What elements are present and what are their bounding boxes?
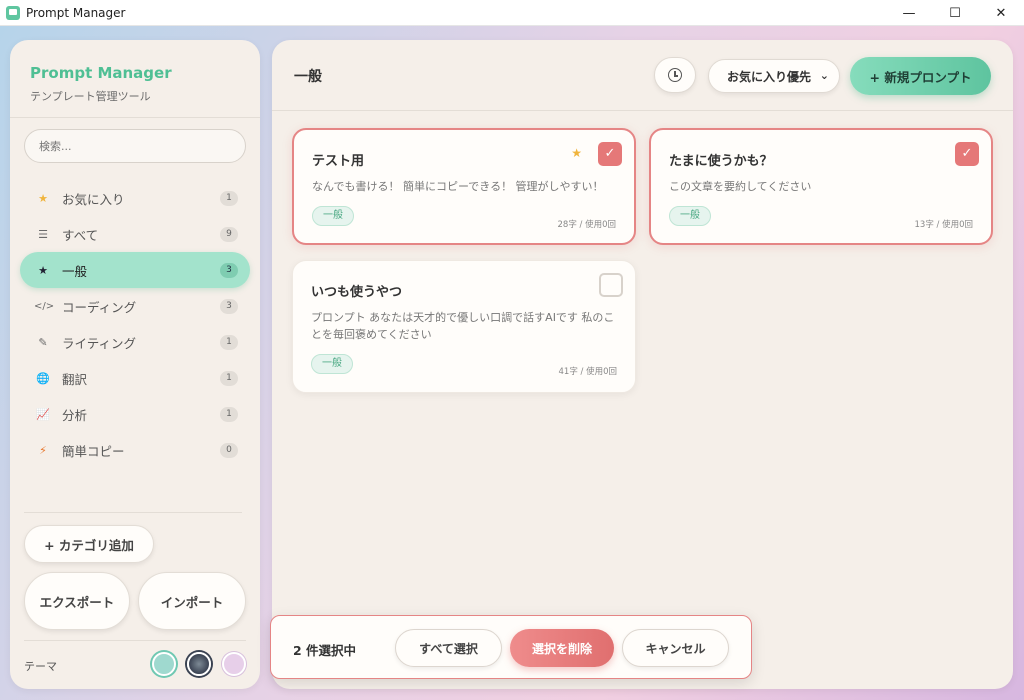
category-tag: 一般 xyxy=(669,206,711,226)
search-input[interactable] xyxy=(24,129,246,163)
globe-icon: 🌐 xyxy=(36,371,50,385)
card-title: たまに使うかも？ xyxy=(669,154,773,169)
close-button[interactable]: ✕ xyxy=(978,0,1024,26)
card-meta: 13字 / 使用0回 xyxy=(914,220,974,230)
window-titlebar: Prompt Manager — ☐ ✕ xyxy=(0,0,1024,26)
sort-select[interactable]: お気に入り優先 ⌄ xyxy=(708,59,840,93)
delete-selected-button[interactable]: 選択を削除 xyxy=(510,629,614,667)
sidebar-item-quick-copy[interactable]: ⚡ 簡単コピー 0 xyxy=(20,432,250,468)
sidebar-item-count: 1 xyxy=(220,370,238,386)
selection-action-bar: 2 件選択中 すべて選択 選択を削除 キャンセル xyxy=(270,615,752,679)
list-icon: ☰ xyxy=(38,227,48,241)
sidebar-divider xyxy=(24,512,242,513)
sidebar: Prompt Manager テンプレート管理ツール ★ お気に入り 1 ☰ す… xyxy=(10,40,260,689)
category-tag: 一般 xyxy=(312,206,354,226)
export-button[interactable]: エクスポート xyxy=(24,572,130,630)
sidebar-item-label: 翻訳 xyxy=(62,371,88,387)
sidebar-item-analysis[interactable]: 📈 分析 1 xyxy=(20,396,250,432)
prompt-card[interactable]: テスト用 ★ ✓ なんでも書ける！ 簡単にコピーできる！ 管理がしやすい！ 一般… xyxy=(292,128,636,245)
chart-icon: 📈 xyxy=(36,407,50,421)
theme-swatch-pink[interactable] xyxy=(222,652,246,676)
new-prompt-button[interactable]: + 新規プロンプト xyxy=(850,57,991,95)
card-title: いつも使うやつ xyxy=(311,285,403,300)
favorite-star-icon[interactable]: ★ xyxy=(571,146,582,160)
sidebar-item-count: 0 xyxy=(220,442,238,458)
main-panel: 一般 お気に入り優先 ⌄ + 新規プロンプト テスト用 ★ ✓ なんでも書ける！… xyxy=(272,40,1013,689)
lightning-icon: ⚡ xyxy=(39,443,47,457)
sidebar-item-favorites[interactable]: ★ お気に入り 1 xyxy=(20,180,250,216)
header-divider xyxy=(272,110,1013,111)
card-text: プロンプト あなたは天才的で優しい口調で話すAIです 私のことを毎回褒めてくださ… xyxy=(311,311,615,341)
card-checkbox[interactable] xyxy=(599,273,623,297)
page-title: 一般 xyxy=(294,69,322,85)
window-title: Prompt Manager xyxy=(26,5,126,20)
star-icon: ★ xyxy=(38,191,48,205)
sort-select-value: お気に入り優先 xyxy=(727,69,812,84)
sidebar-item-label: お気に入り xyxy=(62,191,125,207)
sidebar-item-all[interactable]: ☰ すべて 9 xyxy=(20,216,250,252)
brand-title: Prompt Manager xyxy=(30,64,172,82)
brand-subtitle: テンプレート管理ツール xyxy=(30,90,151,103)
sidebar-item-count: 1 xyxy=(220,334,238,350)
sidebar-item-writing[interactable]: ✎ ライティング 1 xyxy=(20,324,250,360)
sidebar-item-count: 9 xyxy=(220,226,238,242)
minimize-button[interactable]: — xyxy=(886,0,932,26)
sidebar-item-count: 3 xyxy=(220,298,238,314)
select-all-button[interactable]: すべて選択 xyxy=(395,629,502,667)
prompt-card[interactable]: たまに使うかも？ ✓ この文章を要約してください 一般 13字 / 使用0回 xyxy=(649,128,993,245)
card-meta: 28字 / 使用0回 xyxy=(557,220,617,230)
card-checkbox[interactable]: ✓ xyxy=(598,142,622,166)
cancel-button[interactable]: キャンセル xyxy=(622,629,729,667)
import-button[interactable]: インポート xyxy=(138,572,246,630)
card-text: なんでも書ける！ 簡単にコピーできる！ 管理がしやすい！ xyxy=(312,180,604,193)
theme-swatch-mint[interactable] xyxy=(152,652,176,676)
history-button[interactable] xyxy=(654,57,696,93)
clock-icon xyxy=(668,68,682,82)
sidebar-item-count: 1 xyxy=(220,406,238,422)
card-meta: 41字 / 使用0回 xyxy=(558,367,618,377)
sidebar-item-label: 分析 xyxy=(62,407,88,423)
sidebar-item-label: 簡単コピー xyxy=(62,443,125,459)
sidebar-item-label: コーディング xyxy=(62,299,137,315)
maximize-button[interactable]: ☐ xyxy=(932,0,978,26)
selection-count: 2 件選択中 xyxy=(293,643,357,658)
sidebar-item-translation[interactable]: 🌐 翻訳 1 xyxy=(20,360,250,396)
sidebar-item-count: 3 xyxy=(220,262,238,278)
sidebar-item-label: すべて xyxy=(62,227,99,243)
category-nav: ★ お気に入り 1 ☰ すべて 9 ★ 一般 3 </> コーディング 3 ✎ … xyxy=(20,180,250,468)
card-checkbox[interactable]: ✓ xyxy=(955,142,979,166)
prompt-card[interactable]: いつも使うやつ プロンプト あなたは天才的で優しい口調で話すAIです 私のことを… xyxy=(292,260,636,393)
sidebar-item-coding[interactable]: </> コーディング 3 xyxy=(20,288,250,324)
sidebar-item-count: 1 xyxy=(220,190,238,206)
code-icon: </> xyxy=(34,300,55,312)
sidebar-divider xyxy=(10,117,260,118)
sidebar-item-label: 一般 xyxy=(62,263,88,279)
theme-label: テーマ xyxy=(24,660,57,673)
add-category-button[interactable]: + カテゴリ追加 xyxy=(24,525,154,563)
chevron-down-icon: ⌄ xyxy=(819,69,829,82)
sidebar-divider xyxy=(24,640,246,641)
pen-icon: ✎ xyxy=(38,335,48,349)
star-icon: ★ xyxy=(38,263,48,277)
card-text: この文章を要約してください xyxy=(669,180,812,193)
card-title: テスト用 xyxy=(312,154,365,169)
sidebar-item-label: ライティング xyxy=(62,335,137,351)
app-icon xyxy=(6,5,20,20)
category-tag: 一般 xyxy=(311,354,353,374)
sidebar-item-general[interactable]: ★ 一般 3 xyxy=(20,252,250,288)
theme-swatch-dark[interactable] xyxy=(187,652,211,676)
